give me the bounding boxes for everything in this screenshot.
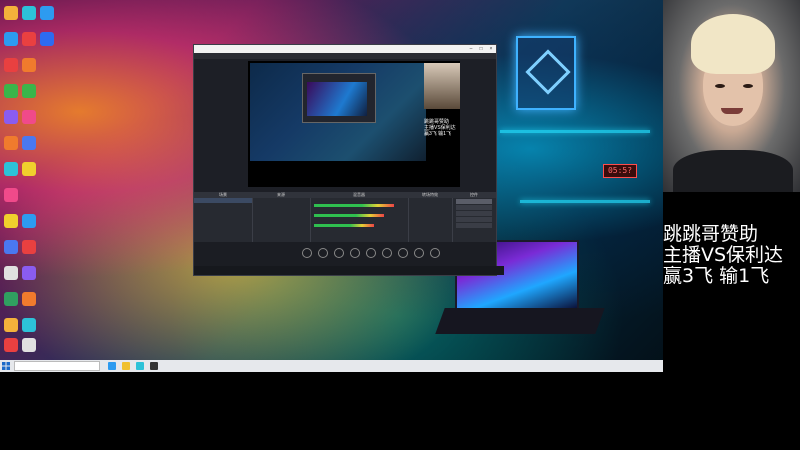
maximize-icon[interactable]: □ [476, 46, 486, 52]
audio-meter [314, 204, 394, 207]
close-icon[interactable]: × [486, 46, 496, 52]
sources-dock[interactable]: 来源 [252, 192, 311, 242]
toolbar-icon[interactable] [366, 248, 376, 258]
obs-status-bar [194, 266, 504, 275]
desktop-shortcut-icon[interactable] [4, 338, 18, 352]
taskbar-app-icon[interactable] [108, 362, 116, 370]
desktop-shortcut-icon[interactable] [4, 318, 18, 332]
taskbar [0, 360, 663, 372]
taskbar-app-icon[interactable] [136, 362, 144, 370]
desktop-shortcut-icon[interactable] [4, 214, 18, 228]
desktop-shortcut-icon[interactable] [22, 318, 36, 332]
audio-meter [314, 214, 384, 217]
desktop-shortcut-icon[interactable] [22, 292, 36, 306]
desktop-shortcut-icon[interactable] [40, 32, 54, 46]
preview-desktop-capture [250, 63, 426, 161]
toolbar-icon[interactable] [430, 248, 440, 258]
obs-window[interactable]: – □ × 跳跳哥赞助 主播VS保利达 赢3飞 输1飞 场景 来源 混音器 转场… [193, 44, 504, 276]
eye [715, 84, 725, 88]
desktop-shortcut-icon[interactable] [22, 240, 36, 254]
desktop-shortcut-icon[interactable] [4, 136, 18, 150]
toolbar-icon[interactable] [302, 248, 312, 258]
scene-item[interactable] [194, 198, 252, 203]
desktop-shortcut-icon[interactable] [4, 240, 18, 254]
desktop-shortcut-icon[interactable] [4, 58, 18, 72]
preview-caption: 跳跳哥赞助 主播VS保利达 赢3飞 输1飞 [424, 119, 456, 137]
toolbar-icon[interactable] [382, 248, 392, 258]
webcam-feed [663, 0, 800, 192]
obs-menu-bar[interactable] [194, 53, 496, 59]
settings-button[interactable] [456, 217, 492, 222]
taskbar-app-icon[interactable] [150, 362, 158, 370]
desktop-shortcut-icon[interactable] [22, 162, 36, 176]
obs-preview[interactable]: 跳跳哥赞助 主播VS保利达 赢3飞 输1飞 [248, 61, 460, 187]
toolbar-icon[interactable] [414, 248, 424, 258]
studio-mode-button[interactable] [456, 211, 492, 216]
taskbar-app-icon[interactable] [122, 362, 130, 370]
audio-meter [314, 224, 374, 227]
desktop-shortcut-icon[interactable] [4, 188, 18, 202]
desktop-shortcut-icon[interactable] [22, 136, 36, 150]
overlay-line-sponsor: 跳跳哥赞助 [663, 223, 759, 245]
desktop-shortcut-icon[interactable] [4, 110, 18, 124]
preview-nested-window [302, 73, 376, 123]
laptop-keyboard [435, 308, 605, 334]
neon-light-strip [520, 200, 650, 203]
exit-button[interactable] [456, 223, 492, 228]
controls-dock-title: 控件 [452, 192, 496, 198]
streamer-shirt [673, 150, 793, 192]
desktop-shortcut-icon[interactable] [22, 266, 36, 280]
obs-docks: 场景 来源 混音器 转场特效 控件 [194, 192, 496, 242]
preview-webcam [424, 63, 460, 109]
streamer-hair [691, 14, 775, 74]
start-recording-button[interactable] [456, 205, 492, 210]
desktop-shortcut-icon[interactable] [4, 162, 18, 176]
mixer-dock-title: 混音器 [310, 192, 408, 198]
windows-start-icon[interactable] [2, 362, 10, 370]
desktop-shortcut-icon[interactable] [22, 6, 36, 20]
obs-title-bar[interactable]: – □ × [194, 45, 496, 53]
toolbar-icon[interactable] [350, 248, 360, 258]
desktop-shortcut-icon[interactable] [22, 84, 36, 98]
desktop-shortcut-icon[interactable] [22, 110, 36, 124]
desktop-shortcut-icon[interactable] [4, 32, 18, 46]
desktop-shortcut-icon[interactable] [4, 6, 18, 20]
controls-dock[interactable]: 控件 [452, 192, 496, 242]
wall-clock: 05:5? [603, 164, 637, 178]
wall-logo-panel [516, 36, 576, 110]
overlay-line-stakes: 赢3飞 输1飞 [663, 265, 770, 287]
desktop-shortcut-icon[interactable] [22, 32, 36, 46]
toolbar-icon[interactable] [398, 248, 408, 258]
start-streaming-button[interactable] [456, 199, 492, 204]
desktop-shortcut-icon[interactable] [4, 266, 18, 280]
source-item[interactable] [252, 213, 310, 218]
transitions-dock-title: 转场特效 [408, 192, 452, 198]
stream-overlay-caption: 跳跳哥赞助 主播VS保利达 赢3飞 输1飞 [663, 224, 800, 287]
toolbar-icon[interactable] [334, 248, 344, 258]
window-controls: – □ × [466, 46, 496, 52]
desktop-shortcut-icon[interactable] [4, 292, 18, 306]
mouth [721, 108, 743, 114]
neon-light-strip [500, 130, 650, 133]
desktop-shortcut-icon[interactable] [4, 84, 18, 98]
desktop-wallpaper: 05:5? – □ × 跳跳哥赞助 主播VS保利达 赢3飞 输1飞 场景 来源 … [0, 0, 663, 372]
brand-logo-icon [525, 49, 571, 95]
obs-bottom-toolbar [194, 242, 496, 266]
taskbar-search-input[interactable] [14, 361, 100, 371]
desktop-shortcut-icon[interactable] [22, 214, 36, 228]
mixer-dock[interactable]: 混音器 [310, 192, 409, 242]
letterbox-bottom [0, 372, 800, 450]
toolbar-icon[interactable] [318, 248, 328, 258]
desktop-shortcut-icon[interactable] [22, 58, 36, 72]
eye [743, 84, 753, 88]
overlay-line-match: 主播VS保利达 [663, 244, 784, 266]
desktop-shortcut-icon[interactable] [40, 6, 54, 20]
desktop-shortcut-icon[interactable] [22, 338, 36, 352]
scenes-dock[interactable]: 场景 [194, 192, 253, 242]
transitions-dock[interactable]: 转场特效 [408, 192, 453, 242]
minimize-icon[interactable]: – [466, 46, 476, 52]
